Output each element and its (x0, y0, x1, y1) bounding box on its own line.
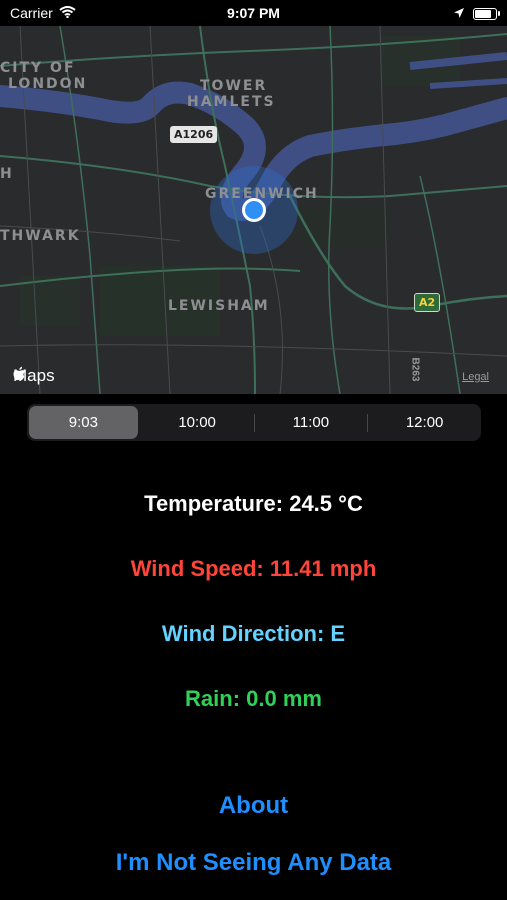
apple-maps-logo: Maps (12, 366, 55, 386)
segment-1000[interactable]: 10:00 (143, 406, 252, 439)
battery-icon (473, 8, 500, 20)
battery-level (475, 10, 491, 18)
status-icons (453, 6, 500, 22)
map-label-left-edge: H (0, 166, 14, 182)
map-label-lewisham: LEWISHAM (168, 298, 270, 314)
about-button[interactable]: About (0, 792, 507, 820)
segment-1200[interactable]: 12:00 (370, 406, 479, 439)
wind-direction-label: Wind Direction: E (161, 621, 346, 646)
location-arrow-icon (453, 6, 465, 22)
segment-divider (253, 413, 255, 432)
no-data-help-button[interactable]: I'm Not Seeing Any Data (0, 849, 507, 877)
temperature-label: Temperature: 24.5 °C (144, 491, 363, 516)
map-label-city-1: CITY OF (0, 60, 76, 76)
map-label-southwark: THWARK (0, 228, 81, 244)
road-badge-a2: A2 (414, 293, 441, 312)
rain-label: Rain: 0.0 mm (185, 686, 322, 711)
map-label-tower-2: HAMLETS (187, 94, 276, 110)
road-label-b263: B263 (409, 357, 421, 382)
time-segmented-control[interactable]: 9:03 10:00 11:00 12:00 (27, 404, 481, 441)
segment-divider (367, 413, 369, 432)
map-label-city-2: LONDON (8, 76, 88, 92)
map-view[interactable]: CITY OF LONDON TOWER HAMLETS H GREENWICH… (0, 26, 507, 394)
map-label-greenwich: GREENWICH (205, 186, 319, 202)
status-bar: Carrier 9:07 PM (0, 0, 507, 26)
legal-link[interactable]: Legal (462, 371, 489, 383)
wind-speed-label: Wind Speed: 11.41 mph (130, 556, 377, 581)
current-location-dot (245, 201, 263, 219)
segment-1100[interactable]: 11:00 (257, 406, 366, 439)
clock: 9:07 PM (227, 5, 280, 21)
map-label-tower-1: TOWER (200, 78, 268, 94)
segment-0903[interactable]: 9:03 (29, 406, 138, 439)
road-badge-a1206: A1206 (170, 126, 218, 143)
